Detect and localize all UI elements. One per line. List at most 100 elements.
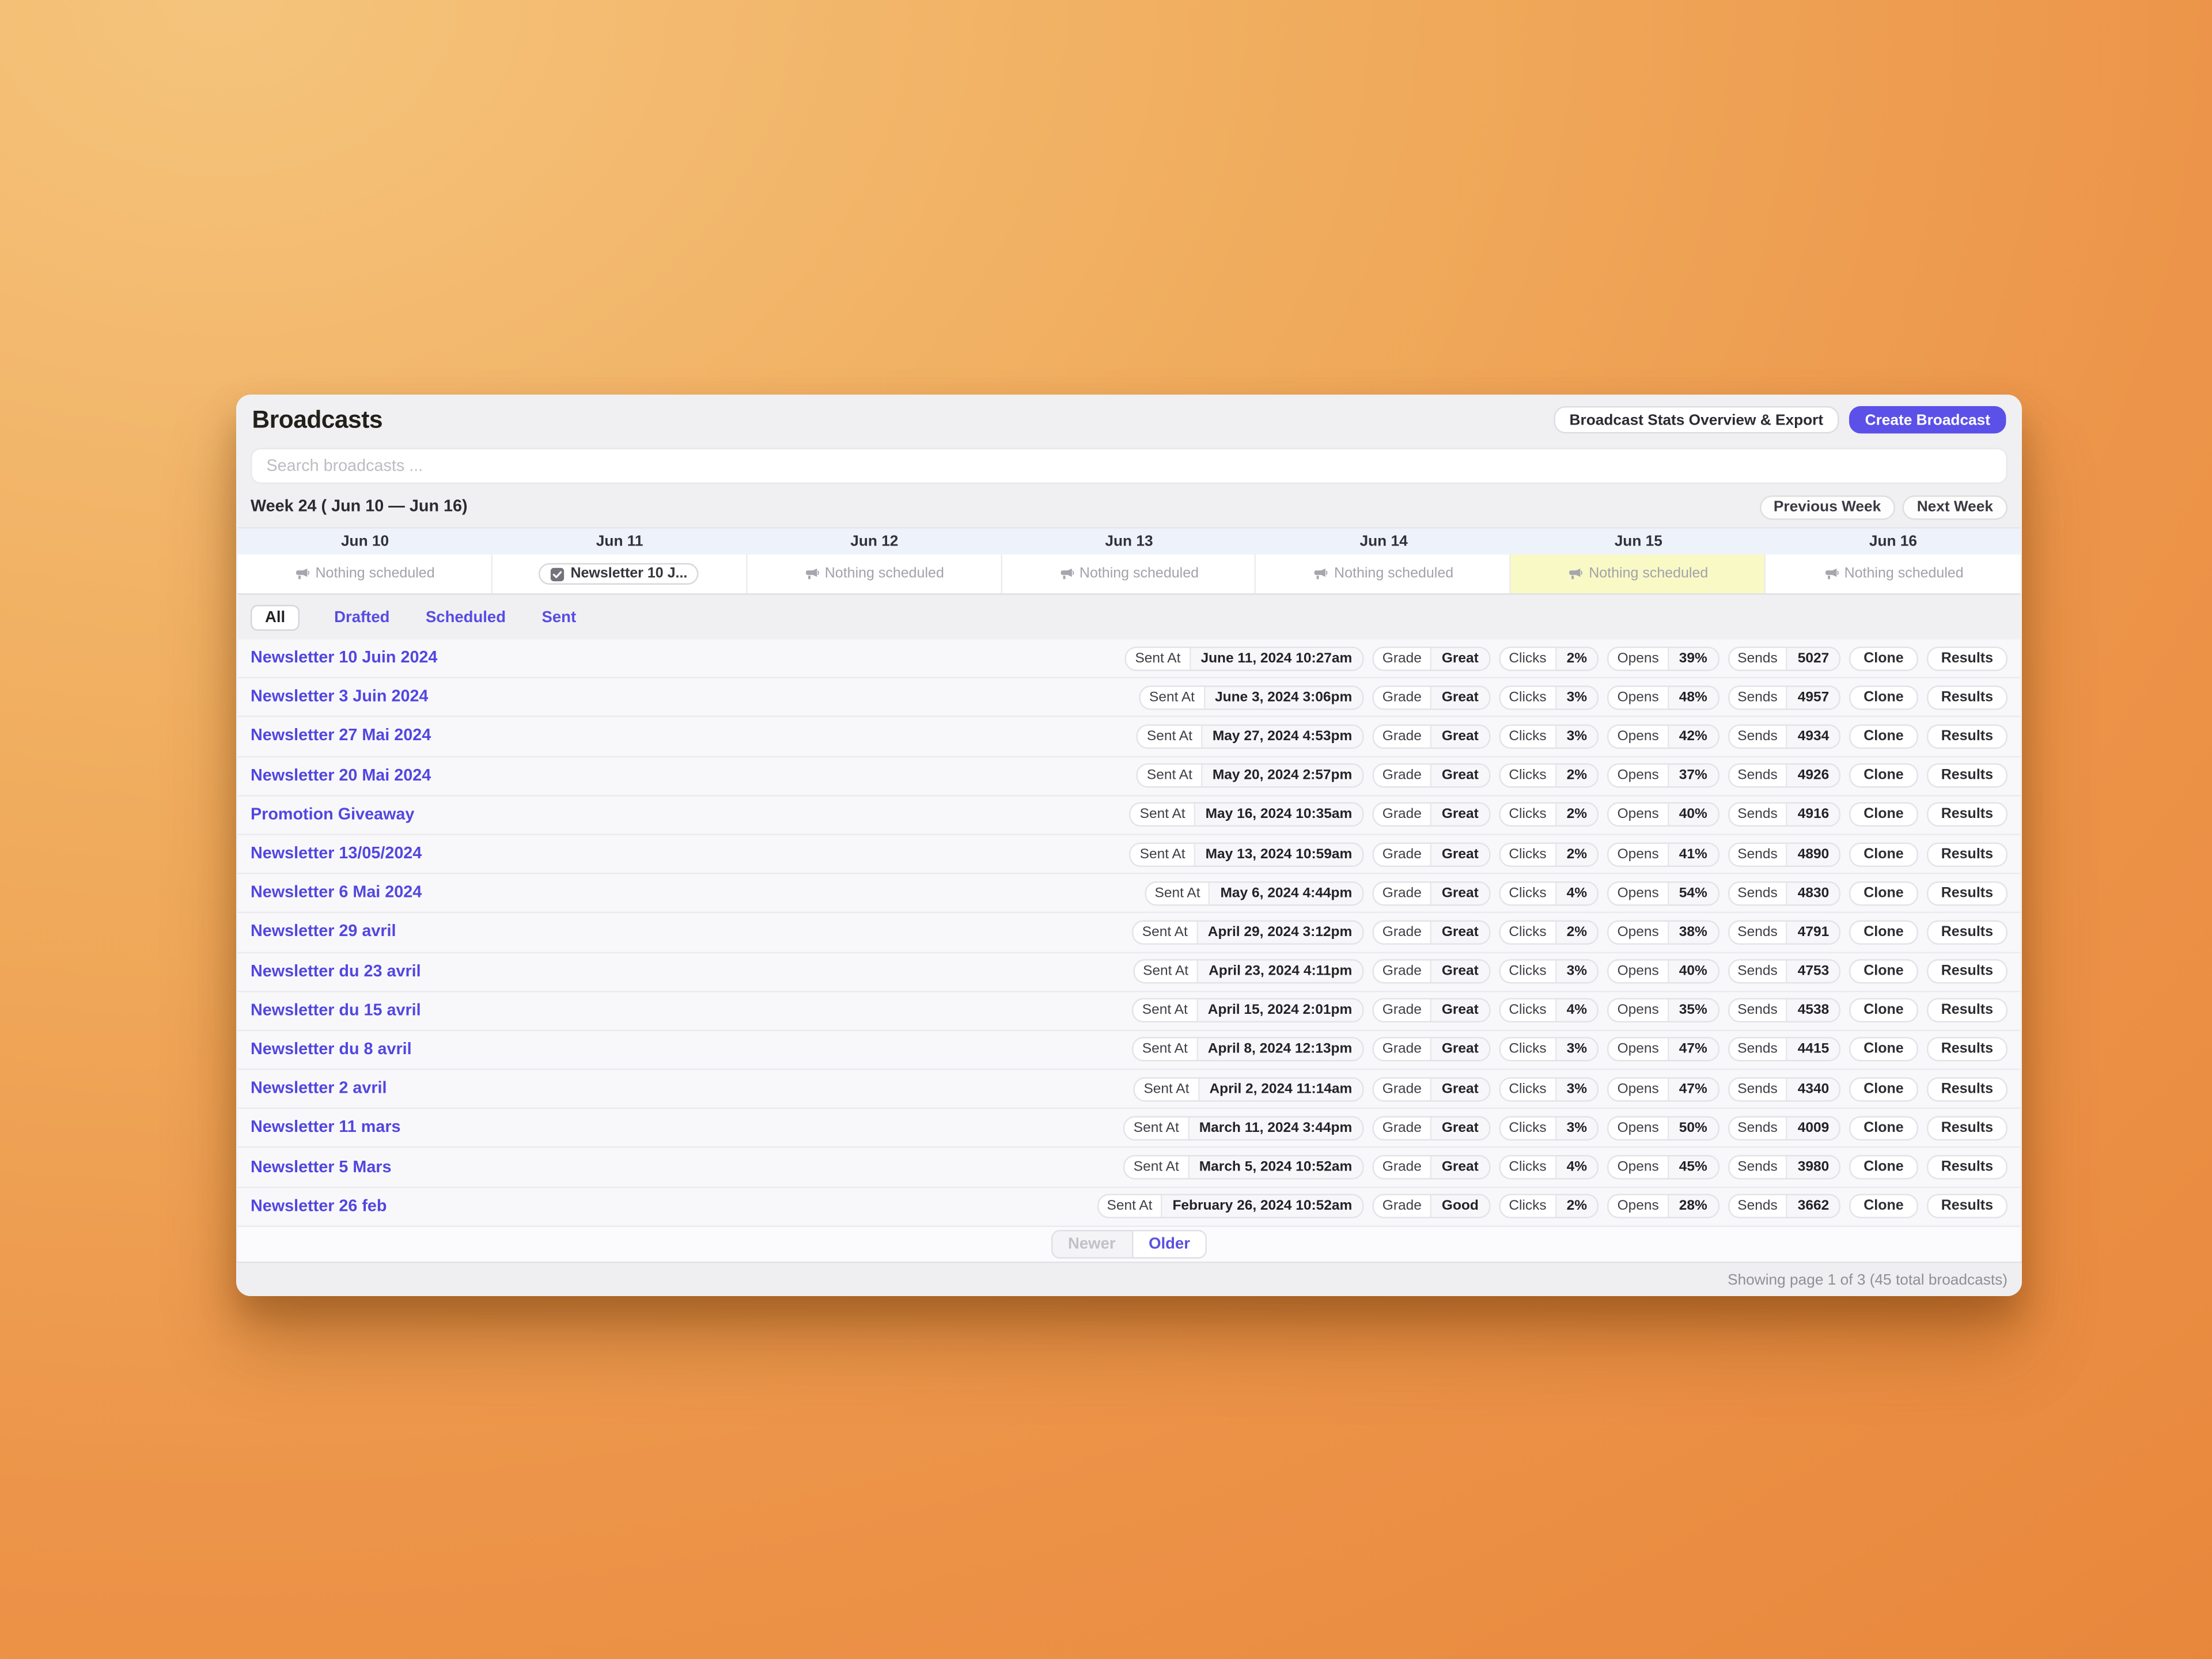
sends-value: 4890 xyxy=(1786,843,1839,865)
table-row: Newsletter 11 mars Sent At March 11, 202… xyxy=(238,1109,2021,1149)
create-broadcast-button[interactable]: Create Broadcast xyxy=(1849,406,2006,434)
calendar-event-chip[interactable]: Newsletter 10 J... xyxy=(539,563,699,585)
clone-button[interactable]: Clone xyxy=(1849,1037,1918,1062)
clicks-badge: Clicks 2% xyxy=(1499,920,1599,945)
grade-label: Grade xyxy=(1374,647,1430,669)
grade-value: Great xyxy=(1430,1000,1488,1022)
calendar-day-header: Jun 11 xyxy=(493,529,747,555)
clicks-badge: Clicks 2% xyxy=(1499,1194,1599,1219)
next-week-button[interactable]: Next Week xyxy=(1903,495,2008,520)
results-button[interactable]: Results xyxy=(1927,1077,2008,1101)
results-button[interactable]: Results xyxy=(1927,1037,2008,1062)
grade-label: Grade xyxy=(1374,882,1430,904)
opens-value: 38% xyxy=(1668,922,1718,944)
table-row: Newsletter 2 avril Sent At April 2, 2024… xyxy=(238,1070,2021,1109)
tab-all[interactable]: All xyxy=(251,604,300,630)
clone-button[interactable]: Clone xyxy=(1849,646,1918,671)
clone-button[interactable]: Clone xyxy=(1849,920,1918,945)
calendar-day-cell: Nothing scheduled xyxy=(1002,555,1256,594)
grade-badge: Grade Great xyxy=(1372,881,1490,906)
grade-badge: Grade Great xyxy=(1372,1077,1490,1101)
calendar-day-header: Jun 12 xyxy=(747,529,1002,555)
clicks-value: 4% xyxy=(1555,1157,1597,1179)
clicks-value: 2% xyxy=(1555,1196,1597,1218)
results-button[interactable]: Results xyxy=(1927,998,2008,1023)
sends-badge: Sends 4340 xyxy=(1728,1077,1840,1101)
broadcast-list: Newsletter 10 Juin 2024 Sent At June 11,… xyxy=(238,639,2021,1227)
sent-at-badge: Sent At April 23, 2024 4:11pm xyxy=(1133,959,1364,984)
table-row: Newsletter 3 Juin 2024 Sent At June 3, 2… xyxy=(238,679,2021,718)
megaphone-icon xyxy=(1058,566,1074,582)
sends-label: Sends xyxy=(1729,687,1786,709)
grade-value: Great xyxy=(1430,1078,1488,1100)
broadcast-name-link[interactable]: Newsletter 26 feb xyxy=(251,1198,387,1215)
broadcast-name-link[interactable]: Newsletter 27 Mai 2024 xyxy=(251,728,431,745)
broadcast-name-link[interactable]: Newsletter 6 Mai 2024 xyxy=(251,885,422,902)
clone-button[interactable]: Clone xyxy=(1849,959,1918,984)
desktop-background: Broadcasts Broadcast Stats Overview & Ex… xyxy=(0,0,2212,1659)
clone-button[interactable]: Clone xyxy=(1849,802,1918,827)
sends-badge: Sends 4934 xyxy=(1728,724,1840,749)
broadcast-name-link[interactable]: Newsletter du 15 avril xyxy=(251,1002,421,1019)
broadcast-name-link[interactable]: Newsletter 5 Mars xyxy=(251,1158,391,1176)
broadcast-name-link[interactable]: Newsletter 13/05/2024 xyxy=(251,846,422,863)
sends-value: 4753 xyxy=(1786,961,1839,983)
results-button[interactable]: Results xyxy=(1927,959,2008,984)
row-meta: Sent At May 13, 2024 10:59am Grade Great… xyxy=(1130,842,2008,866)
sent-at-value: May 27, 2024 4:53pm xyxy=(1201,726,1362,748)
broadcast-name-link[interactable]: Newsletter 2 avril xyxy=(251,1080,387,1097)
clone-button[interactable]: Clone xyxy=(1849,842,1918,866)
grade-label: Grade xyxy=(1374,1157,1430,1179)
older-page-button[interactable]: Older xyxy=(1133,1231,1206,1257)
clicks-value: 2% xyxy=(1555,804,1597,826)
broadcast-name-link[interactable]: Newsletter 3 Juin 2024 xyxy=(251,689,428,706)
broadcast-name-link[interactable]: Newsletter 29 avril xyxy=(251,924,396,941)
tab-sent[interactable]: Sent xyxy=(540,604,578,630)
results-button[interactable]: Results xyxy=(1927,763,2008,788)
clone-button[interactable]: Clone xyxy=(1849,763,1918,788)
opens-label: Opens xyxy=(1609,687,1668,709)
grade-badge: Grade Great xyxy=(1372,646,1490,671)
previous-week-button[interactable]: Previous Week xyxy=(1759,495,1895,520)
results-button[interactable]: Results xyxy=(1927,1155,2008,1180)
tab-drafted[interactable]: Drafted xyxy=(333,604,391,630)
grade-badge: Grade Great xyxy=(1372,1155,1490,1180)
row-meta: Sent At May 20, 2024 2:57pm Grade Great … xyxy=(1137,763,2008,788)
clone-button[interactable]: Clone xyxy=(1849,881,1918,906)
search-input[interactable] xyxy=(251,448,2008,484)
opens-label: Opens xyxy=(1609,1118,1668,1139)
opens-label: Opens xyxy=(1609,647,1668,669)
grade-label: Grade xyxy=(1374,804,1430,826)
results-button[interactable]: Results xyxy=(1927,646,2008,671)
newer-page-button[interactable]: Newer xyxy=(1052,1231,1133,1257)
clone-button[interactable]: Clone xyxy=(1849,724,1918,749)
broadcast-name-link[interactable]: Newsletter 10 Juin 2024 xyxy=(251,650,437,667)
clone-button[interactable]: Clone xyxy=(1849,1077,1918,1101)
results-button[interactable]: Results xyxy=(1927,920,2008,945)
broadcast-name-link[interactable]: Newsletter 20 Mai 2024 xyxy=(251,767,431,785)
grade-value: Great xyxy=(1430,1157,1488,1179)
clone-button[interactable]: Clone xyxy=(1849,998,1918,1023)
sends-value: 3980 xyxy=(1786,1157,1839,1179)
results-button[interactable]: Results xyxy=(1927,802,2008,827)
results-button[interactable]: Results xyxy=(1927,1194,2008,1219)
tab-scheduled[interactable]: Scheduled xyxy=(424,604,507,630)
results-button[interactable]: Results xyxy=(1927,881,2008,906)
clone-button[interactable]: Clone xyxy=(1849,1194,1918,1219)
results-button[interactable]: Results xyxy=(1927,842,2008,866)
results-button[interactable]: Results xyxy=(1927,724,2008,749)
broadcast-name-link[interactable]: Promotion Giveaway xyxy=(251,806,414,824)
broadcast-name-link[interactable]: Newsletter du 8 avril xyxy=(251,1041,412,1058)
clone-button[interactable]: Clone xyxy=(1849,1155,1918,1180)
broadcast-name-link[interactable]: Newsletter du 23 avril xyxy=(251,963,421,980)
header-actions: Broadcast Stats Overview & Export Create… xyxy=(1554,406,2006,434)
broadcast-name-link[interactable]: Newsletter 11 mars xyxy=(251,1119,401,1137)
results-button[interactable]: Results xyxy=(1927,685,2008,710)
results-button[interactable]: Results xyxy=(1927,1116,2008,1141)
clone-button[interactable]: Clone xyxy=(1849,685,1918,710)
broadcast-stats-export-button[interactable]: Broadcast Stats Overview & Export xyxy=(1554,406,1839,434)
table-row: Promotion Giveaway Sent At May 16, 2024 … xyxy=(238,796,2021,835)
clicks-label: Clicks xyxy=(1500,1196,1555,1218)
grade-label: Grade xyxy=(1374,1196,1430,1218)
clone-button[interactable]: Clone xyxy=(1849,1116,1918,1141)
